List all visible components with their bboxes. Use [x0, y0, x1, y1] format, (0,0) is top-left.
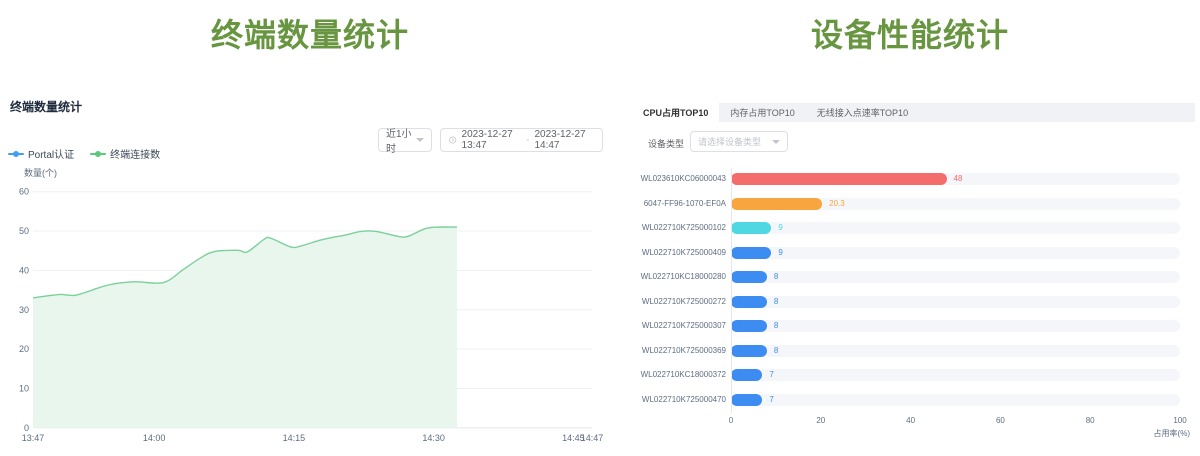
dashboard: 终端数量统计 设备性能统计 终端数量统计 近1小时 2023-12-27 13:… — [0, 0, 1200, 456]
legend-item[interactable]: 终端连接数 — [90, 146, 160, 161]
bar-category-label: WL022710K725000470 — [616, 394, 726, 406]
bar-track — [731, 222, 1180, 234]
tab-CPU占用TOP10[interactable]: CPU占用TOP10 — [632, 103, 719, 122]
x-tick-label: 14:47 — [581, 433, 604, 443]
bar-category-label: WL022710KC18000372 — [616, 369, 726, 381]
y-tick-label: 50 — [19, 226, 29, 236]
date-range-picker[interactable]: 2023-12-27 13:47 - 2023-12-27 14:47 — [440, 128, 603, 152]
legend-label: Portal认证 — [28, 146, 74, 161]
bar-value-label: 20.3 — [829, 198, 845, 210]
bar[interactable] — [731, 320, 767, 332]
bar-category-label: WL022710K725000272 — [616, 296, 726, 308]
bar-category-label: WL022710K725000409 — [616, 247, 726, 259]
legend-item[interactable]: Portal认证 — [8, 146, 74, 161]
bar-track — [731, 369, 1180, 381]
bar-x-tick-label: 40 — [906, 416, 915, 425]
bar[interactable] — [731, 198, 822, 210]
bar-x-tick-label: 60 — [996, 416, 1005, 425]
device-type-placeholder: 请选择设备类型 — [698, 135, 761, 148]
bar-category-label: 6047-FF96-1070-EF0A — [616, 198, 726, 210]
bar[interactable] — [731, 173, 947, 185]
bar-category-label: WL022710K725000307 — [616, 320, 726, 332]
x-tick-label: 14:15 — [283, 433, 306, 443]
terminal-count-header: 终端数量统计 — [10, 98, 82, 115]
bar-value-label: 8 — [774, 345, 778, 357]
y-tick-label: 30 — [19, 305, 29, 315]
y-tick-label: 40 — [19, 265, 29, 275]
bar-axis-line — [731, 168, 732, 413]
bar-value-label: 8 — [774, 320, 778, 332]
area-fill — [33, 227, 457, 428]
bar[interactable] — [731, 345, 767, 357]
bar[interactable] — [731, 222, 771, 234]
y-tick-label: 60 — [19, 187, 29, 197]
bar-value-label: 7 — [769, 369, 773, 381]
bar[interactable] — [731, 296, 767, 308]
bar-x-tick-label: 100 — [1173, 416, 1186, 425]
bar[interactable] — [731, 271, 767, 283]
right-section-title: 设备性能统计 — [620, 10, 1200, 56]
tab-内存占用TOP10[interactable]: 内存占用TOP10 — [719, 103, 805, 122]
bar-category-label: WL022710KC18000280 — [616, 271, 726, 283]
chevron-down-icon — [772, 140, 780, 144]
bar-category-label: WL022710K725000369 — [616, 345, 726, 357]
y-tick-label: 10 — [19, 383, 29, 393]
bar-track — [731, 345, 1180, 357]
bar-track — [731, 394, 1180, 406]
bar-value-label: 9 — [778, 247, 782, 259]
y-tick-label: 0 — [24, 423, 29, 433]
legend-dot-icon — [13, 151, 19, 157]
legend-dot-icon — [95, 151, 101, 157]
time-range-value: 近1小时 — [386, 125, 416, 155]
bar-category-label: WL023610KC06000043 — [616, 173, 726, 185]
bar-track — [731, 247, 1180, 259]
x-tick-label: 13:47 — [22, 433, 45, 443]
bar-x-tick-label: 80 — [1086, 416, 1095, 425]
bar-track — [731, 320, 1180, 332]
bar-value-label: 7 — [769, 394, 773, 406]
bar[interactable] — [731, 369, 762, 381]
legend-line-icon — [8, 153, 24, 155]
bar-x-axis-name: 占用率(%) — [1130, 428, 1190, 439]
legend-label: 终端连接数 — [110, 146, 160, 161]
terminal-line-chart[interactable]: 010203040506013:4714:0014:1514:3014:4514… — [0, 165, 620, 456]
bar-track — [731, 198, 1180, 210]
device-type-select[interactable]: 请选择设备类型 — [690, 131, 788, 152]
bar-value-label: 8 — [774, 271, 778, 283]
bar[interactable] — [731, 394, 762, 406]
bar-x-tick-label: 0 — [729, 416, 733, 425]
x-tick-label: 14:00 — [143, 433, 166, 443]
clock-icon — [449, 135, 457, 145]
bar-category-label: WL022710K725000102 — [616, 222, 726, 234]
bar-value-label: 8 — [774, 296, 778, 308]
date-start[interactable]: 2023-12-27 13:47 — [462, 129, 522, 151]
x-tick-label: 14:30 — [422, 433, 445, 443]
legend: Portal认证 终端连接数 — [8, 146, 160, 161]
legend-line-icon — [90, 153, 106, 155]
device-type-label: 设备类型 — [648, 137, 684, 150]
performance-tab-bar: CPU占用TOP10内存占用TOP10无线接入点速率TOP10 — [632, 103, 1195, 122]
bar-track — [731, 296, 1180, 308]
bar-value-label: 9 — [778, 222, 782, 234]
date-separator: - — [526, 135, 529, 146]
chevron-down-icon — [416, 138, 424, 142]
bar-x-tick-label: 20 — [816, 416, 825, 425]
bar-track — [731, 271, 1180, 283]
y-tick-label: 20 — [19, 344, 29, 354]
left-section-title: 终端数量统计 — [0, 10, 620, 56]
bar[interactable] — [731, 247, 771, 259]
tab-无线接入点速率TOP10[interactable]: 无线接入点速率TOP10 — [806, 103, 919, 122]
time-range-select[interactable]: 近1小时 — [378, 128, 432, 152]
date-end[interactable]: 2023-12-27 14:47 — [534, 129, 594, 151]
bar-value-label: 48 — [954, 173, 963, 185]
